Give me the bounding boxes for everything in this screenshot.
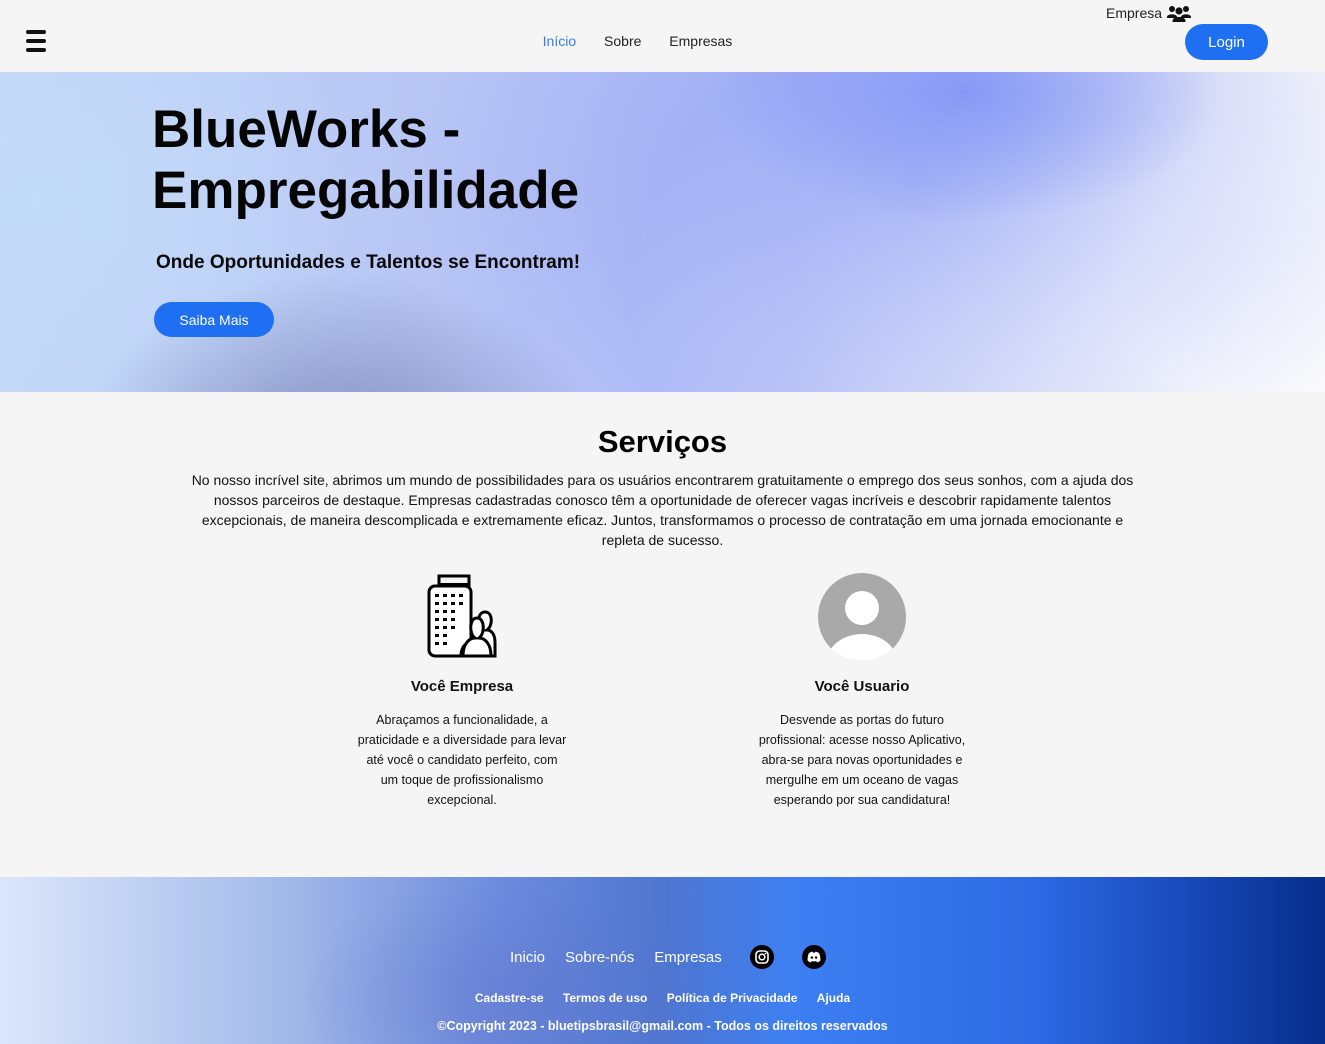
empresa-label: Empresa xyxy=(1106,5,1163,21)
nav-link-inicio[interactable]: Início xyxy=(543,33,576,49)
card-usuario-text: Desvende as portas do futuro profissiona… xyxy=(758,713,966,807)
main-nav: Início Sobre Empresas xyxy=(0,33,1275,49)
footer-link-inicio[interactable]: Inicio xyxy=(510,949,545,966)
nav-link-sobre[interactable]: Sobre xyxy=(604,33,641,49)
copyright-text: ©Copyright 2023 - bluetipsbrasil@gmail.c… xyxy=(437,1019,888,1033)
card-empresa-text: Abraçamos a funcionalidade, a praticidad… xyxy=(357,713,567,807)
card-empresa-title: Você Empresa xyxy=(410,678,514,695)
footer-link-politica[interactable]: Política de Privacidade xyxy=(667,991,798,1005)
saiba-mais-button[interactable]: Saiba Mais xyxy=(154,302,274,337)
services-description: No nosso incrível site, abrimos um mundo… xyxy=(191,472,1134,548)
site-header: Início Sobre Empresas Empresa Login xyxy=(0,0,1325,72)
hero-subtitle: Onde Oportunidades e Talentos se Encontr… xyxy=(156,252,581,273)
footer-nav: Inicio Sobre-nós Empresas xyxy=(510,945,854,969)
footer-link-ajuda[interactable]: Ajuda xyxy=(817,991,850,1005)
footer-link-termos[interactable]: Termos de uso xyxy=(563,991,647,1005)
card-usuario: Você Usuario Desvende as portas do futur… xyxy=(752,572,972,810)
card-usuario-title: Você Usuario xyxy=(814,678,910,695)
user-avatar-icon xyxy=(818,573,906,661)
users-icon xyxy=(1167,6,1192,22)
instagram-icon[interactable] xyxy=(749,945,774,969)
site-footer: Inicio Sobre-nós Empresas Cadastre-se Te… xyxy=(0,877,1325,1044)
footer-link-empresas[interactable]: Empresas xyxy=(654,949,722,966)
nav-link-empresas[interactable]: Empresas xyxy=(669,33,732,49)
empresa-link[interactable]: Empresa xyxy=(1106,4,1192,22)
building-people-icon xyxy=(427,574,497,658)
discord-icon[interactable] xyxy=(801,945,826,969)
footer-link-cadastre[interactable]: Cadastre-se xyxy=(475,991,544,1005)
services-title: Serviços xyxy=(597,424,728,459)
hero-section: BlueWorks - Empregabilidade Onde Oportun… xyxy=(0,72,1325,392)
footer-link-sobre[interactable]: Sobre-nós xyxy=(565,949,634,966)
login-button[interactable]: Login xyxy=(1185,24,1268,60)
card-empresa: Você Empresa Abraçamos a funcionalidade,… xyxy=(352,572,572,810)
footer-links: Cadastre-se Termos de uso Política de Pr… xyxy=(0,991,1325,1005)
hero-title: BlueWorks - Empregabilidade xyxy=(152,100,580,220)
